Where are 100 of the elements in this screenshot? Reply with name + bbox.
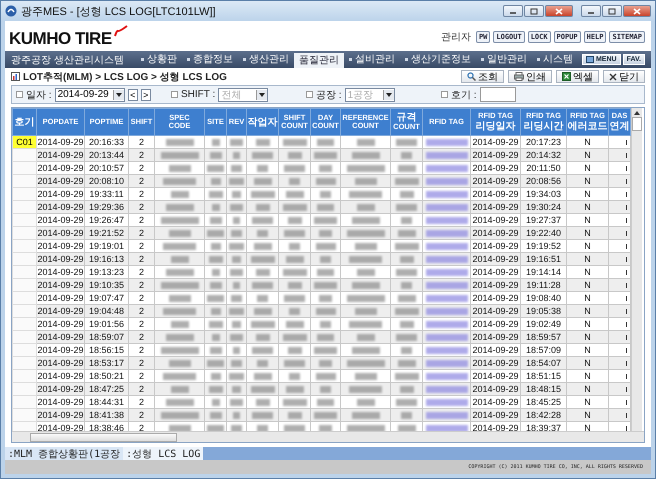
nav-tab[interactable]: 생산기준정보 <box>400 51 476 68</box>
table-cell: N <box>566 396 608 408</box>
redacted-block <box>426 334 468 342</box>
table-cell: 2014-09-29 <box>470 408 520 422</box>
table-cell: 2014-09-29 <box>470 330 520 344</box>
bullet-icon <box>16 91 23 98</box>
redacted-block <box>289 243 300 250</box>
close-button[interactable]: 닫기 <box>603 70 645 83</box>
redacted-block <box>401 282 412 290</box>
redacted-block <box>352 152 380 160</box>
redacted-block <box>282 139 306 146</box>
redacted-block <box>346 165 384 172</box>
redacted-block <box>207 230 224 238</box>
next-button[interactable]: > <box>140 88 151 100</box>
page-tab[interactable]: :MLM 종합상황판(1공장 <box>5 447 124 460</box>
excel-button[interactable]: 엑셀 <box>556 70 599 83</box>
redacted-block <box>250 321 274 328</box>
page-tab[interactable]: :성형 LCS LOG <box>123 447 204 460</box>
redacted-block <box>230 399 243 406</box>
redacted-block <box>168 425 190 431</box>
close-button[interactable] <box>545 5 573 17</box>
nav-tab[interactable]: 시스템 <box>532 51 578 68</box>
nav-tab[interactable]: 종합정보 <box>182 51 238 68</box>
redacted-block <box>349 386 382 394</box>
table-cell: 2014-09-29 <box>470 396 520 408</box>
minimize-button[interactable] <box>581 5 601 17</box>
table-cell: 19:05:38 <box>520 304 566 318</box>
dropdown-arrow-icon <box>382 90 394 100</box>
redacted-block <box>282 399 306 406</box>
redacted-block <box>396 334 417 342</box>
redacted-block <box>284 295 305 302</box>
horizontal-scrollbar[interactable] <box>12 431 644 442</box>
redacted-block <box>288 152 302 160</box>
search-button[interactable]: 조회 <box>461 70 504 83</box>
redacted-block <box>233 347 240 354</box>
redacted-block <box>289 308 300 316</box>
redacted-block <box>212 139 220 146</box>
redacted-block <box>282 204 306 212</box>
table-cell: 18:54:07 <box>520 356 566 370</box>
cut-off-mark <box>626 153 627 158</box>
redacted-block <box>400 321 414 328</box>
redacted-block <box>346 230 384 238</box>
print-button[interactable]: 인쇄 <box>508 70 552 83</box>
maximize-button[interactable] <box>602 5 622 17</box>
nav-tab[interactable]: 생산관리 <box>238 51 294 68</box>
date-dropdown[interactable]: 2014-09-29 <box>54 88 125 102</box>
redacted-block <box>286 321 304 328</box>
breadcrumb: LOT추적(MLM) > LCS LOG > 성형 LCS LOG <box>23 70 227 84</box>
redacted-block <box>394 308 418 316</box>
input-field[interactable] <box>480 87 516 102</box>
nav-tab[interactable]: 상황판 <box>136 51 182 68</box>
table-cell: 2014-09-29 <box>470 162 520 174</box>
minimize-button[interactable] <box>503 5 523 17</box>
redacted-block <box>170 321 188 328</box>
redacted-block <box>210 282 222 290</box>
table-cell: 2014-09-29 <box>470 240 520 252</box>
table-cell: 20:16:33 <box>84 136 128 148</box>
table-cell: 2014-09-29 <box>36 200 84 214</box>
table-cell: 18:57:09 <box>520 344 566 356</box>
redacted-block <box>256 269 270 276</box>
redacted-block <box>426 217 468 224</box>
redacted-block <box>208 321 222 328</box>
redacted-block <box>346 360 384 368</box>
cut-off-mark <box>626 257 627 262</box>
maximize-icon <box>607 8 617 14</box>
redacted-block <box>352 217 380 224</box>
filter-label: SHIFT : <box>181 89 216 100</box>
close-button[interactable] <box>623 5 651 17</box>
redacted-block <box>426 412 468 420</box>
cut-off-mark <box>626 413 627 418</box>
table-cell: 18:59:07 <box>84 330 128 344</box>
redacted-block <box>168 230 190 238</box>
redacted-block <box>316 243 336 250</box>
redacted-block <box>252 347 273 354</box>
nav-tab[interactable]: 품질관리 <box>294 53 344 68</box>
redacted-block <box>210 178 220 186</box>
nav-tab[interactable]: 일반관리 <box>476 51 532 68</box>
redacted-block <box>282 334 306 342</box>
cut-off-mark <box>626 348 627 353</box>
redacted-block <box>394 243 418 250</box>
vertical-scrollbar[interactable] <box>631 108 642 431</box>
redacted-block <box>163 373 196 380</box>
restore-button[interactable] <box>524 5 544 17</box>
search-icon <box>467 72 476 81</box>
redacted-block <box>319 295 332 302</box>
table-cell: 2014-09-29 <box>36 252 84 266</box>
redacted-block <box>210 347 222 354</box>
redacted-block <box>163 178 196 186</box>
dropdown-arrow-icon <box>112 90 124 100</box>
redacted-block <box>229 243 244 250</box>
table-cell: 19:27:37 <box>520 214 566 226</box>
table-cell: 2014-09-29 <box>470 356 520 370</box>
table-cell: N <box>566 278 608 292</box>
table-cell: 2014-09-29 <box>36 330 84 344</box>
previous-button[interactable]: < <box>128 88 138 100</box>
printer-icon <box>514 72 524 81</box>
scrollbar-thumb[interactable] <box>632 117 642 131</box>
bullet-icon <box>306 91 313 98</box>
scroll-up-arrow-icon <box>634 111 640 115</box>
nav-tab[interactable]: 설비관리 <box>344 51 400 68</box>
